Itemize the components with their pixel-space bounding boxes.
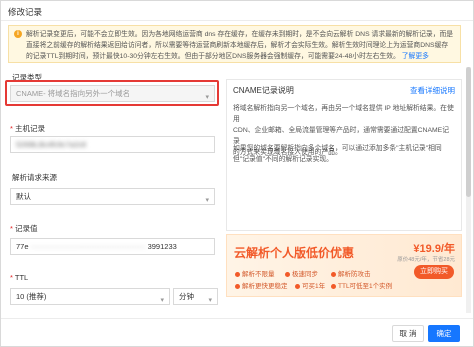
ttl-unit-value: 分钟	[179, 292, 194, 301]
line-label-text: 解析请求来源	[12, 173, 57, 182]
edit-record-dialog: 修改记录 i 解析记录变更后，可能不会立即生效。因为各地网络运营商 dns 存在…	[0, 0, 474, 347]
confirm-button[interactable]: 确定	[428, 325, 460, 342]
notice-line-1: 解析记录变更后，可能不会立即生效。因为各地网络运营商 dns 存在缓存，在缓存未…	[26, 31, 454, 38]
notice-line-3-text: 的记录TTL到期时间，预计最快10-30分钟左右生效。但由于部分地区DNS服务器…	[26, 53, 400, 60]
dialog-header: 修改记录	[1, 1, 473, 21]
dialog-title: 修改记录	[8, 7, 43, 17]
host-label-text: 主机记录	[15, 124, 46, 133]
ttl-value: 10 (推荐)	[16, 292, 47, 301]
required-mark: *	[10, 224, 13, 233]
feature-dot-icon	[235, 283, 240, 289]
host-record-value: 5269b,Bc4fc9c7a2c8	[16, 140, 87, 149]
panel-p2-line-1: 如果您的域名要解析指向多个域名，可以通过添加多条"主机记录"相同	[233, 145, 442, 152]
learn-more-link[interactable]: 了解更多	[402, 53, 429, 60]
panel-paragraph-2: 如果您的域名要解析指向多个域名，可以通过添加多条"主机记录"相同 但"记录值"不…	[233, 143, 455, 165]
buy-now-button[interactable]: 立即购买	[414, 265, 454, 279]
promo-feature-1-text: 解析不限量	[242, 271, 275, 278]
line-value: 默认	[16, 192, 31, 201]
cname-help-panel: CNAME记录说明 查看详细说明 将域名解析指向另一个域名，再由另一个域名提供 …	[226, 79, 462, 231]
promo-feature-3-text: 解析防攻击	[338, 271, 371, 278]
dialog-footer: 取 消 确定	[1, 318, 473, 346]
ttl-label-text: TTL	[14, 273, 29, 282]
required-mark: *	[10, 273, 13, 282]
promo-feature-1: 解析不限量	[235, 268, 275, 278]
line-select[interactable]: 默认 ▾	[10, 188, 215, 205]
dialog-scrollbar[interactable]	[466, 67, 471, 313]
scroll-thumb[interactable]	[466, 67, 471, 197]
value-label-text: 记录值	[15, 224, 38, 233]
notice-text: 解析记录变更后，可能不会立即生效。因为各地网络运营商 dns 存在缓存，在缓存未…	[26, 29, 458, 62]
chevron-down-icon: ▾	[208, 297, 212, 304]
record-value-input[interactable]: 77e ····································…	[10, 238, 215, 255]
record-value-suffix: 3991233	[147, 242, 177, 251]
host-label: * 主机记录	[10, 123, 45, 134]
promo-feature-2: 极速同步	[285, 268, 318, 278]
promo-original-price: 原价48元/年，节省28元	[397, 257, 455, 263]
ttl-unit-select[interactable]: 分钟 ▾	[173, 288, 218, 305]
panel-p2-line-2: 但"记录值"不同的解析记录实现。	[233, 156, 333, 163]
ttl-select[interactable]: 10 (推荐) ▾	[10, 288, 170, 305]
record-value-masked: ········································…	[30, 242, 146, 251]
promo-title: 云解析个人版低价优惠	[234, 246, 355, 260]
propagation-notice: i 解析记录变更后，可能不会立即生效。因为各地网络运营商 dns 存在缓存，在缓…	[8, 25, 461, 63]
feature-dot-icon	[331, 271, 336, 277]
feature-dot-icon	[295, 283, 300, 289]
promo-feature-4-text: 解析更快更稳定	[242, 283, 288, 290]
promo-banner[interactable]: 云解析个人版低价优惠 解析不限量 极速同步 解析防攻击 解析更快更稳定 可买1年…	[226, 234, 462, 297]
promo-feature-5-text: 可买1年	[302, 283, 326, 290]
promo-feature-5: 可买1年	[295, 280, 325, 290]
promo-price: ¥19.9/年	[413, 243, 455, 255]
record-type-highlight	[5, 80, 219, 106]
promo-feature-4: 解析更快更稳定	[235, 280, 288, 290]
chevron-down-icon: ▾	[205, 197, 209, 204]
feature-dot-icon	[285, 271, 290, 277]
line-label: 解析请求来源	[12, 172, 57, 183]
record-value-prefix: 77e	[16, 242, 29, 251]
view-details-link[interactable]: 查看详细说明	[410, 85, 455, 96]
panel-p1-line-1: 将域名解析指向另一个域名，再由另一个域名提供 IP 地址解析结果。在使用	[233, 105, 454, 123]
panel-title: CNAME记录说明	[233, 86, 294, 95]
notice-line-3: 的记录TTL到期时间，预计最快10-30分钟左右生效。但由于部分地区DNS服务器…	[26, 51, 458, 62]
host-record-input[interactable]: 5269b,Bc4fc9c7a2c8	[10, 136, 215, 153]
feature-dot-icon	[331, 283, 336, 289]
promo-feature-3: 解析防攻击	[331, 268, 371, 278]
promo-feature-6-text: TTL可低至1个实例	[338, 283, 393, 290]
promo-feature-6: TTL可低至1个实例	[331, 280, 392, 290]
value-label: * 记录值	[10, 223, 38, 234]
cancel-button[interactable]: 取 消	[392, 325, 424, 342]
required-mark: *	[10, 124, 13, 133]
info-icon: i	[14, 30, 22, 38]
promo-feature-2-text: 极速同步	[292, 271, 318, 278]
chevron-down-icon: ▾	[160, 297, 164, 304]
notice-line-2: 直接将之前缓存的解析结果返回给访问者，所以需要等待运营商刷新本地缓存后，解析才会…	[26, 42, 449, 49]
feature-dot-icon	[235, 271, 240, 277]
ttl-label: * TTL	[10, 273, 28, 282]
